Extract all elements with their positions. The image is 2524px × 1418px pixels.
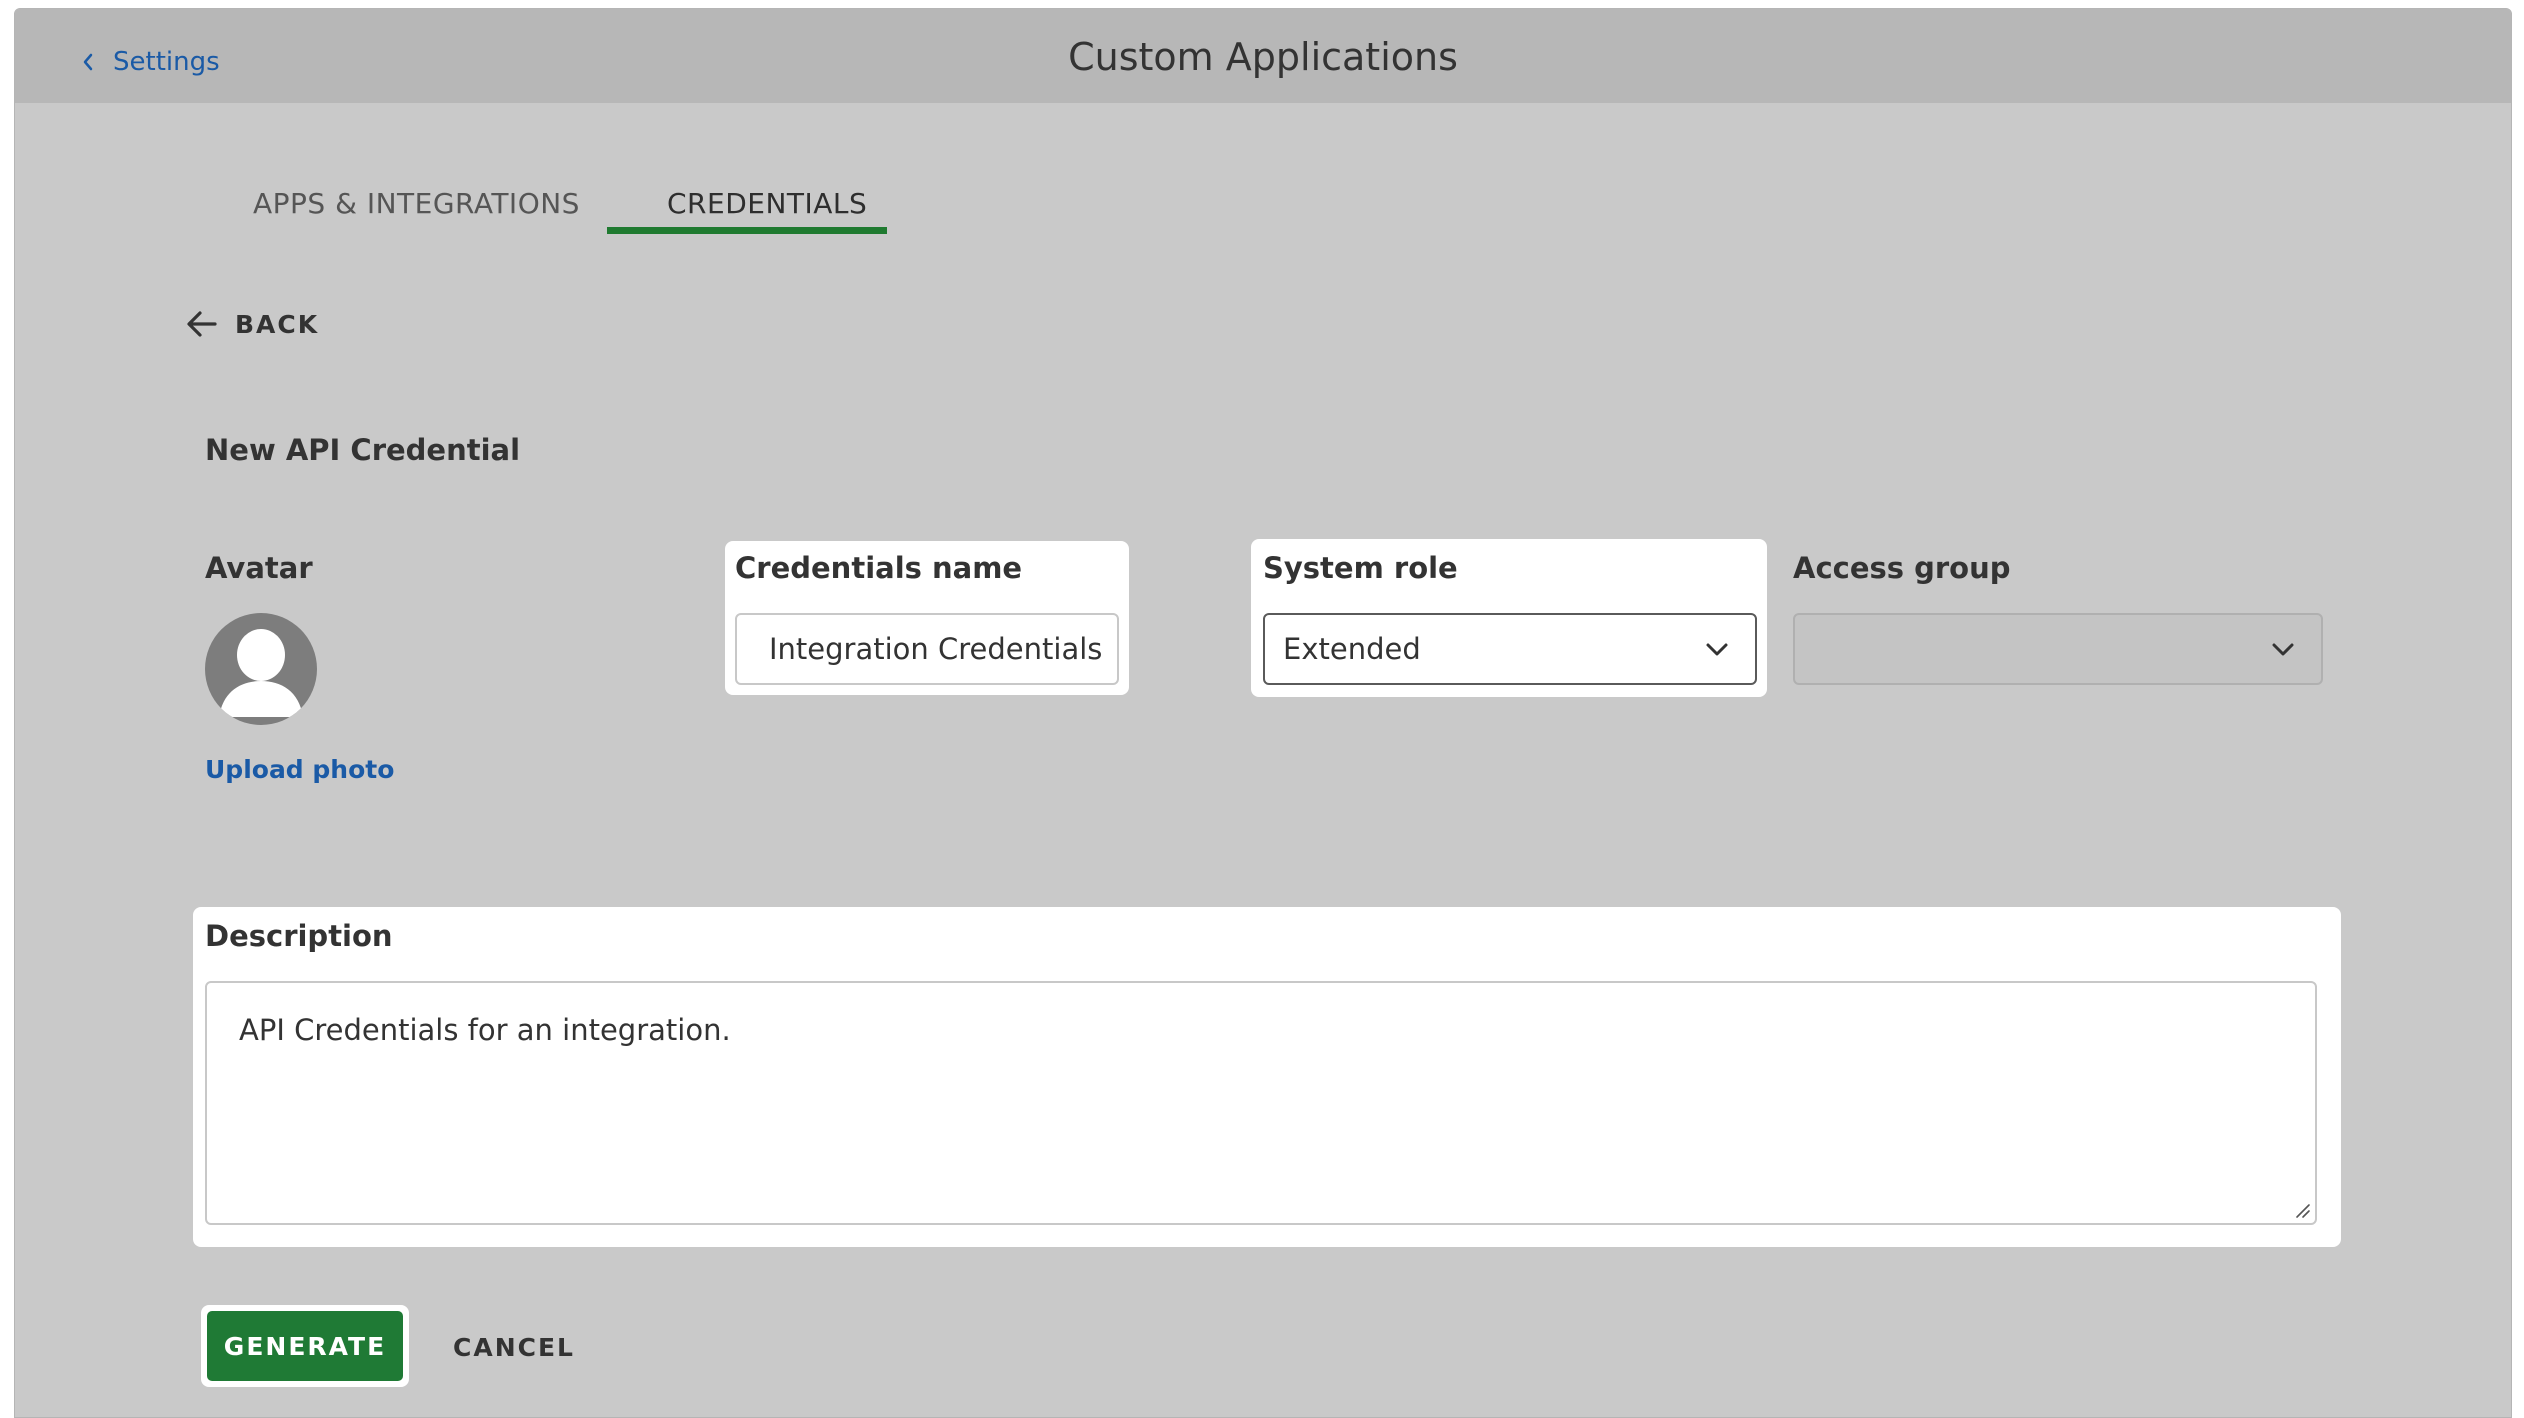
credentials-name-value: Integration Credentials [769, 632, 1103, 666]
credentials-name-label: Credentials name [735, 551, 1023, 585]
chevron-down-icon [1706, 643, 1728, 656]
form-title: New API Credential [205, 433, 521, 467]
access-group-label: Access group [1793, 551, 2011, 585]
title-bar: Settings Custom Applications [15, 9, 2511, 103]
chevron-down-icon [2272, 643, 2294, 656]
description-label: Description [205, 919, 393, 953]
generate-button[interactable]: GENERATE [207, 1311, 403, 1381]
arrow-left-icon [187, 311, 217, 337]
avatar-label: Avatar [205, 551, 313, 585]
app-window: Settings Custom Applications APPS & INTE… [14, 8, 2512, 1418]
back-button-label: BACK [235, 309, 320, 339]
credentials-name-input[interactable]: Integration Credentials [735, 613, 1119, 685]
back-button[interactable]: BACK [185, 309, 319, 339]
system-role-select[interactable]: Extended [1263, 613, 1757, 685]
access-group-select[interactable] [1793, 613, 2323, 685]
system-role-label: System role [1263, 551, 1458, 585]
avatar-placeholder [205, 613, 317, 725]
cancel-button[interactable]: CANCEL [453, 1325, 575, 1369]
resize-handle-icon[interactable] [2293, 1201, 2311, 1219]
description-value: API Credentials for an integration. [239, 1013, 731, 1047]
page-title: Custom Applications [1068, 35, 1458, 79]
tab-apps-integrations[interactable]: APPS & INTEGRATIONS [253, 187, 580, 220]
system-role-value: Extended [1283, 632, 1421, 666]
upload-photo-link[interactable]: Upload photo [205, 755, 394, 784]
tab-credentials[interactable]: CREDENTIALS [667, 187, 867, 220]
user-silhouette-icon [219, 629, 303, 717]
active-tab-indicator [607, 227, 887, 234]
description-textarea[interactable]: API Credentials for an integration. [205, 981, 2317, 1225]
